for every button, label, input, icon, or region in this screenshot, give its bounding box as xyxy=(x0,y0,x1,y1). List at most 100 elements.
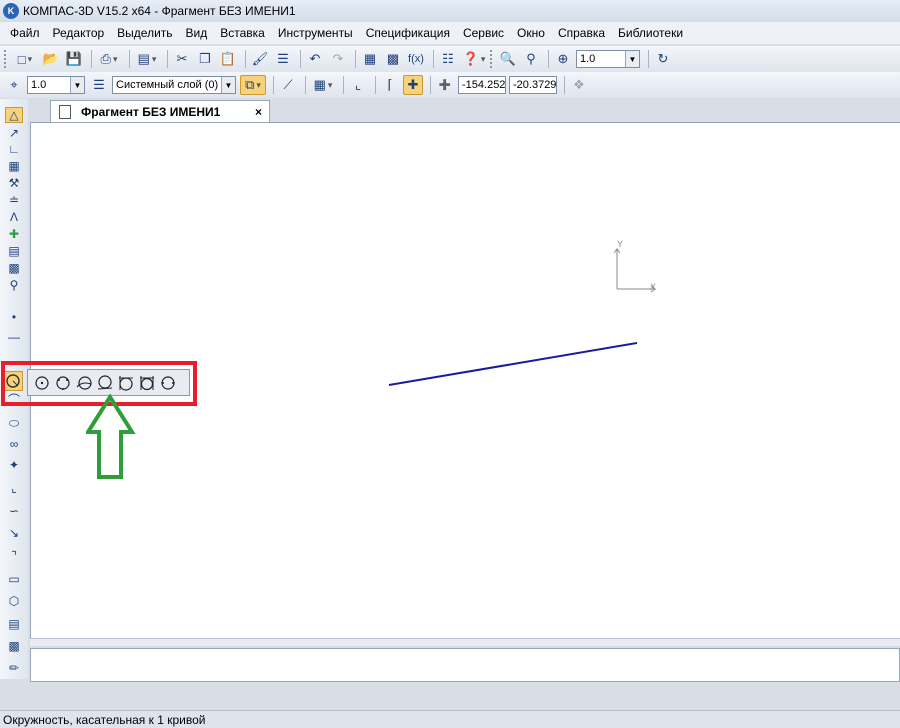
toolbar-grip[interactable] xyxy=(490,50,494,68)
chevron-down-icon[interactable]: ▼ xyxy=(221,77,235,93)
axis-x-label: X xyxy=(650,282,656,292)
measurements-panel-icon[interactable]: ≐ xyxy=(5,192,23,208)
paste-icon[interactable]: 📋 xyxy=(218,49,238,69)
select-panel-icon[interactable]: Λ xyxy=(5,209,23,225)
parametrization-panel-icon[interactable]: ⚒ xyxy=(5,175,23,191)
redo-icon[interactable]: ↷ xyxy=(328,49,348,69)
toolbar-separator xyxy=(375,76,376,94)
document-tabs: Фрагмент БЕЗ ИМЕНИ1 × xyxy=(30,99,900,122)
contour-tool-icon[interactable]: ▩ xyxy=(5,638,23,654)
property-panel xyxy=(30,648,900,682)
menu-bar: Файл Редактор Выделить Вид Вставка Инстр… xyxy=(0,22,900,44)
help-pointer-icon[interactable]: ❓ ▾ xyxy=(461,49,487,69)
toolbar-grip[interactable] xyxy=(4,50,8,68)
step-select[interactable]: 1.0 ▼ xyxy=(27,76,85,94)
menu-editor[interactable]: Редактор xyxy=(53,26,105,40)
menu-insert[interactable]: Вставка xyxy=(220,26,265,40)
toolbar-separator xyxy=(300,50,301,68)
axis-y-label: Y xyxy=(617,239,623,249)
insert-panel-icon[interactable]: ▩ xyxy=(5,260,23,276)
menu-help[interactable]: Справка xyxy=(558,26,605,40)
zoom-in-icon[interactable]: ⊕ xyxy=(553,49,573,69)
print-preview-icon[interactable]: ▤ ▾ xyxy=(134,49,160,69)
geometry-panel-icon[interactable]: △ xyxy=(5,107,23,123)
polyline-tool-icon[interactable]: ⌞ xyxy=(5,480,23,496)
dimensions-panel-icon[interactable]: ↗ xyxy=(5,125,23,141)
layers-icon[interactable]: ☰ xyxy=(89,75,109,95)
equidistant-tool-icon[interactable]: ✏ xyxy=(5,660,23,676)
spline-tool-icon[interactable]: ∞ xyxy=(5,436,23,452)
rectangle-tool-icon[interactable]: ▭ xyxy=(5,571,23,587)
refresh-view-icon[interactable]: ↻ xyxy=(653,49,673,69)
editing-panel-icon[interactable]: ▦ xyxy=(5,158,23,174)
toolbar-separator xyxy=(167,50,168,68)
copy-icon[interactable]: ❐ xyxy=(195,49,215,69)
menu-select[interactable]: Выделить xyxy=(117,26,172,40)
line-tool-icon[interactable]: — xyxy=(5,329,23,345)
auxiliary-curve-icon[interactable]: ✦ xyxy=(5,457,23,473)
properties-icon[interactable]: ☰ xyxy=(273,49,293,69)
open-folder-icon[interactable]: 📂 xyxy=(41,49,61,69)
toolbar-separator xyxy=(648,50,649,68)
menu-specification[interactable]: Спецификация xyxy=(366,26,450,40)
polygon-tool-icon[interactable]: ⬡ xyxy=(5,593,23,609)
local-cs-icon[interactable]: ⌖ xyxy=(4,75,24,95)
save-icon[interactable]: 💾 xyxy=(64,49,84,69)
menu-libraries[interactable]: Библиотеки xyxy=(618,26,683,40)
toolbar-separator xyxy=(305,76,306,94)
menu-window[interactable]: Окно xyxy=(517,26,545,40)
cursor-coords-icon[interactable]: ➕ xyxy=(435,75,455,95)
spc-panel-icon[interactable]: ✚ xyxy=(5,226,23,242)
bezier-tool-icon[interactable]: ∽ xyxy=(5,503,23,519)
cursor-x-field[interactable]: -154.252 xyxy=(458,76,506,94)
designations-panel-icon[interactable]: ∟ xyxy=(5,141,23,157)
library-manager-icon[interactable]: ▩ xyxy=(383,49,403,69)
grid-icon[interactable]: ▦ ▾ xyxy=(310,75,336,95)
zoom-level-select[interactable]: 1.0 ▼ xyxy=(576,50,640,68)
toolbar-separator xyxy=(430,76,431,94)
toolbar-separator xyxy=(355,50,356,68)
window-title: КОМПАС-3D V15.2 x64 - Фрагмент БЕЗ ИМЕНИ… xyxy=(23,4,296,18)
parametrize-icon[interactable]: ❖ xyxy=(569,75,589,95)
fragment-library-icon[interactable]: ⚲ xyxy=(5,277,23,293)
snap-magnet-icon[interactable]: ⧉ ▾ xyxy=(240,75,266,95)
copy-properties-icon[interactable]: 🖌 xyxy=(250,49,270,69)
zoom-level-value: 1.0 xyxy=(580,53,596,65)
variables-icon[interactable]: f(x) xyxy=(406,49,426,69)
snap-cursor-icon[interactable]: ✚ xyxy=(403,75,423,95)
cut-icon[interactable]: ✂ xyxy=(172,49,192,69)
ortho-icon[interactable]: ⟋ xyxy=(278,75,298,95)
toolbar-separator xyxy=(433,50,434,68)
manager-icon[interactable]: ▦ xyxy=(360,49,380,69)
chevron-down-icon[interactable]: ▼ xyxy=(70,77,84,93)
standard-toolbar: □ ▾ 📂 💾 ⎙ ▾ ▤ ▾ ✂ ❐ 📋 🖌 ☰ ↶ ↷ ▦ ▩ f(x) ☷ ❓ ▾… xyxy=(0,46,900,72)
print-icon[interactable]: ⎙ ▾ xyxy=(96,49,122,69)
calculator-icon[interactable]: ☷ xyxy=(438,49,458,69)
point-tool-icon[interactable]: • xyxy=(5,309,23,325)
document-tab[interactable]: Фрагмент БЕЗ ИМЕНИ1 × xyxy=(50,100,270,122)
layer-select[interactable]: Системный слой (0) ▼ xyxy=(112,76,236,94)
cursor-y-field[interactable]: -20.3729 xyxy=(509,76,557,94)
origin-icon[interactable]: ⌞ xyxy=(348,75,368,95)
zoom-dynamic-icon[interactable]: ⚲ xyxy=(521,49,541,69)
horizontal-scrollbar[interactable] xyxy=(30,638,900,646)
menu-file[interactable]: Файл xyxy=(10,26,40,40)
chevron-down-icon[interactable]: ▼ xyxy=(625,51,639,67)
toolbar-separator xyxy=(91,50,92,68)
ellipse-tool-icon[interactable]: ⬭ xyxy=(5,415,23,431)
toolbar-separator xyxy=(273,76,274,94)
round-icon[interactable]: ⌈ xyxy=(380,75,400,95)
zoom-window-icon[interactable]: 🔍 xyxy=(498,49,518,69)
step-value: 1.0 xyxy=(31,79,47,91)
menu-tools[interactable]: Инструменты xyxy=(278,26,353,40)
menu-view[interactable]: Вид xyxy=(186,26,208,40)
fillet-tool-icon[interactable]: ↘ xyxy=(5,525,23,541)
new-document-icon[interactable]: □ ▾ xyxy=(12,49,38,69)
menu-service[interactable]: Сервис xyxy=(463,26,504,40)
drawn-line-segment[interactable] xyxy=(388,342,638,386)
close-icon[interactable]: × xyxy=(255,105,262,119)
hatch-tool-icon[interactable]: ▤ xyxy=(5,616,23,632)
undo-icon[interactable]: ↶ xyxy=(305,49,325,69)
reports-panel-icon[interactable]: ▤ xyxy=(5,243,23,259)
chamfer-tool-icon[interactable]: ⌝ xyxy=(5,548,23,564)
